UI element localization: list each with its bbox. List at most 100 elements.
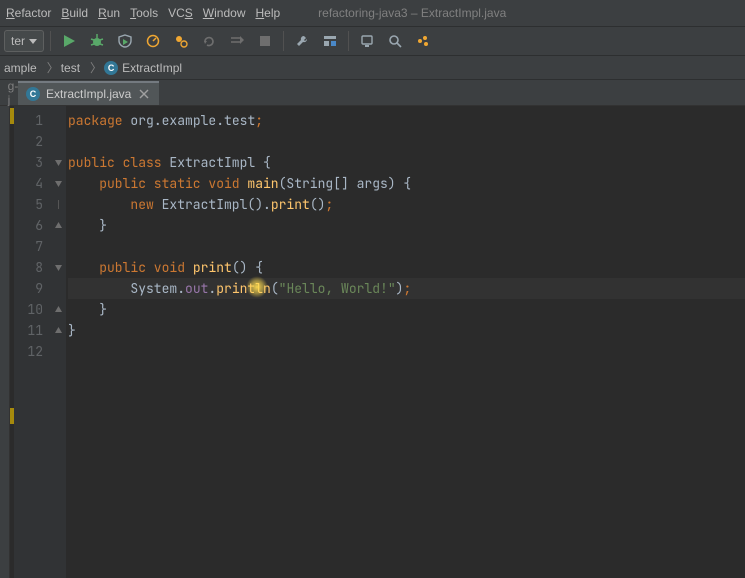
coverage-icon [118, 34, 132, 48]
class-icon: C [104, 61, 118, 75]
separator [50, 31, 51, 51]
window-title: refactoring-java3 – ExtractImpl.java [318, 6, 506, 20]
line-number[interactable]: 2 [14, 131, 43, 152]
separator [348, 31, 349, 51]
menu-tools[interactable]: Tools [130, 6, 158, 20]
profile-icon [146, 34, 160, 48]
tab-side-label: g-j [8, 81, 18, 105]
breadcrumb-label: test [61, 61, 80, 75]
ide-features-button[interactable] [411, 29, 435, 53]
code-line[interactable]: public static void main(String[] args) { [68, 173, 745, 194]
line-number[interactable]: 10 [14, 299, 43, 320]
attach-icon [174, 34, 188, 48]
breadcrumb-label: ample [4, 61, 37, 75]
line-number[interactable]: 6 [14, 215, 43, 236]
breadcrumb-bar: ample 〉test〉C ExtractImpl [0, 56, 745, 80]
tab-filename: ExtractImpl.java [46, 87, 131, 101]
coverage-button[interactable] [113, 29, 137, 53]
line-number[interactable]: 11 [14, 320, 43, 341]
line-number[interactable]: 12 [14, 341, 43, 362]
line-number[interactable]: 1 [14, 110, 43, 131]
update-app-button[interactable] [197, 29, 221, 53]
fold-marker [50, 131, 66, 152]
breadcrumb-label: ExtractImpl [122, 61, 182, 75]
editor-tabs: g-j C ExtractImpl.java [0, 80, 745, 106]
profile-button[interactable] [141, 29, 165, 53]
stop-icon [259, 35, 271, 47]
fold-marker[interactable] [50, 173, 66, 194]
run-button[interactable] [57, 29, 81, 53]
dropdown-caret-icon [29, 39, 37, 44]
class-icon: C [26, 87, 40, 101]
editor-tab-active[interactable]: C ExtractImpl.java [18, 81, 159, 105]
project-structure-button[interactable] [318, 29, 342, 53]
fold-marker[interactable] [50, 257, 66, 278]
stop-button[interactable] [253, 29, 277, 53]
menu-help[interactable]: Help [255, 6, 280, 20]
tab-close-button[interactable] [137, 87, 151, 101]
code-line[interactable]: } [68, 299, 745, 320]
chevron-right-icon: 〉 [47, 59, 59, 76]
line-number[interactable]: 4 [14, 173, 43, 194]
fold-marker [50, 341, 66, 362]
left-tool-stripe[interactable] [0, 106, 10, 578]
breadcrumb-item[interactable]: test〉 [61, 59, 102, 76]
fold-marker [50, 110, 66, 131]
editor-area: 123456789101112 package org.example.test… [0, 106, 745, 578]
menu-window[interactable]: Window [203, 6, 246, 20]
menu-vcs[interactable]: VCS [168, 6, 193, 20]
line-number[interactable]: 7 [14, 236, 43, 257]
line-number[interactable]: 8 [14, 257, 43, 278]
code-line[interactable]: public void print() { [68, 257, 745, 278]
breadcrumb-item[interactable]: C ExtractImpl [104, 61, 182, 75]
menu-bar: Refactor Build Run Tools VCS Window Help refact… [0, 0, 745, 26]
settings-button[interactable] [290, 29, 314, 53]
line-number-gutter[interactable]: 123456789101112 [14, 106, 50, 578]
code-line[interactable]: System.out.println("Hello, World!"); [68, 278, 745, 299]
wrench-icon [295, 34, 309, 48]
debug-icon [90, 34, 104, 48]
code-line[interactable] [68, 236, 745, 257]
toolbar: ter [0, 26, 745, 56]
attach-button[interactable] [169, 29, 193, 53]
fold-marker[interactable] [50, 194, 66, 215]
code-line[interactable]: public class ExtractImpl { [68, 152, 745, 173]
execute-button[interactable] [225, 29, 249, 53]
line-number[interactable]: 9 [14, 278, 43, 299]
breadcrumb-item[interactable]: ample 〉 [4, 59, 59, 76]
code-line[interactable]: package org.example.test; [68, 110, 745, 131]
menu-refactor[interactable]: Refactor [6, 6, 51, 20]
emulator-icon [360, 34, 374, 48]
search-everywhere-button[interactable] [383, 29, 407, 53]
fold-marker[interactable] [50, 152, 66, 173]
update-run-icon [202, 34, 216, 48]
search-icon [388, 34, 402, 48]
fold-gutter[interactable] [50, 106, 66, 578]
code-line[interactable]: } [68, 320, 745, 341]
menu-run[interactable]: Run [98, 6, 120, 20]
code-line[interactable] [68, 131, 745, 152]
side-highlight-strip [10, 106, 14, 578]
fold-marker [50, 278, 66, 299]
ide-icon [416, 34, 430, 48]
line-number[interactable]: 5 [14, 194, 43, 215]
code-editor[interactable]: package org.example.test; public class Ex… [66, 106, 745, 578]
fold-marker[interactable] [50, 215, 66, 236]
fold-marker[interactable] [50, 299, 66, 320]
code-line[interactable]: } [68, 215, 745, 236]
menu-build[interactable]: Build [61, 6, 88, 20]
separator [283, 31, 284, 51]
fold-marker[interactable] [50, 320, 66, 341]
run-config-selector[interactable]: ter [4, 30, 44, 52]
line-number[interactable]: 3 [14, 152, 43, 173]
close-icon [139, 89, 149, 99]
highlight-mark [10, 108, 14, 124]
run-icon [62, 34, 76, 48]
highlight-mark-large [10, 408, 14, 424]
code-line[interactable]: new ExtractImpl().print(); [68, 194, 745, 215]
emulator-button[interactable] [355, 29, 379, 53]
code-line[interactable] [68, 341, 745, 362]
fold-marker [50, 236, 66, 257]
debug-button[interactable] [85, 29, 109, 53]
execute-icon [230, 34, 244, 48]
